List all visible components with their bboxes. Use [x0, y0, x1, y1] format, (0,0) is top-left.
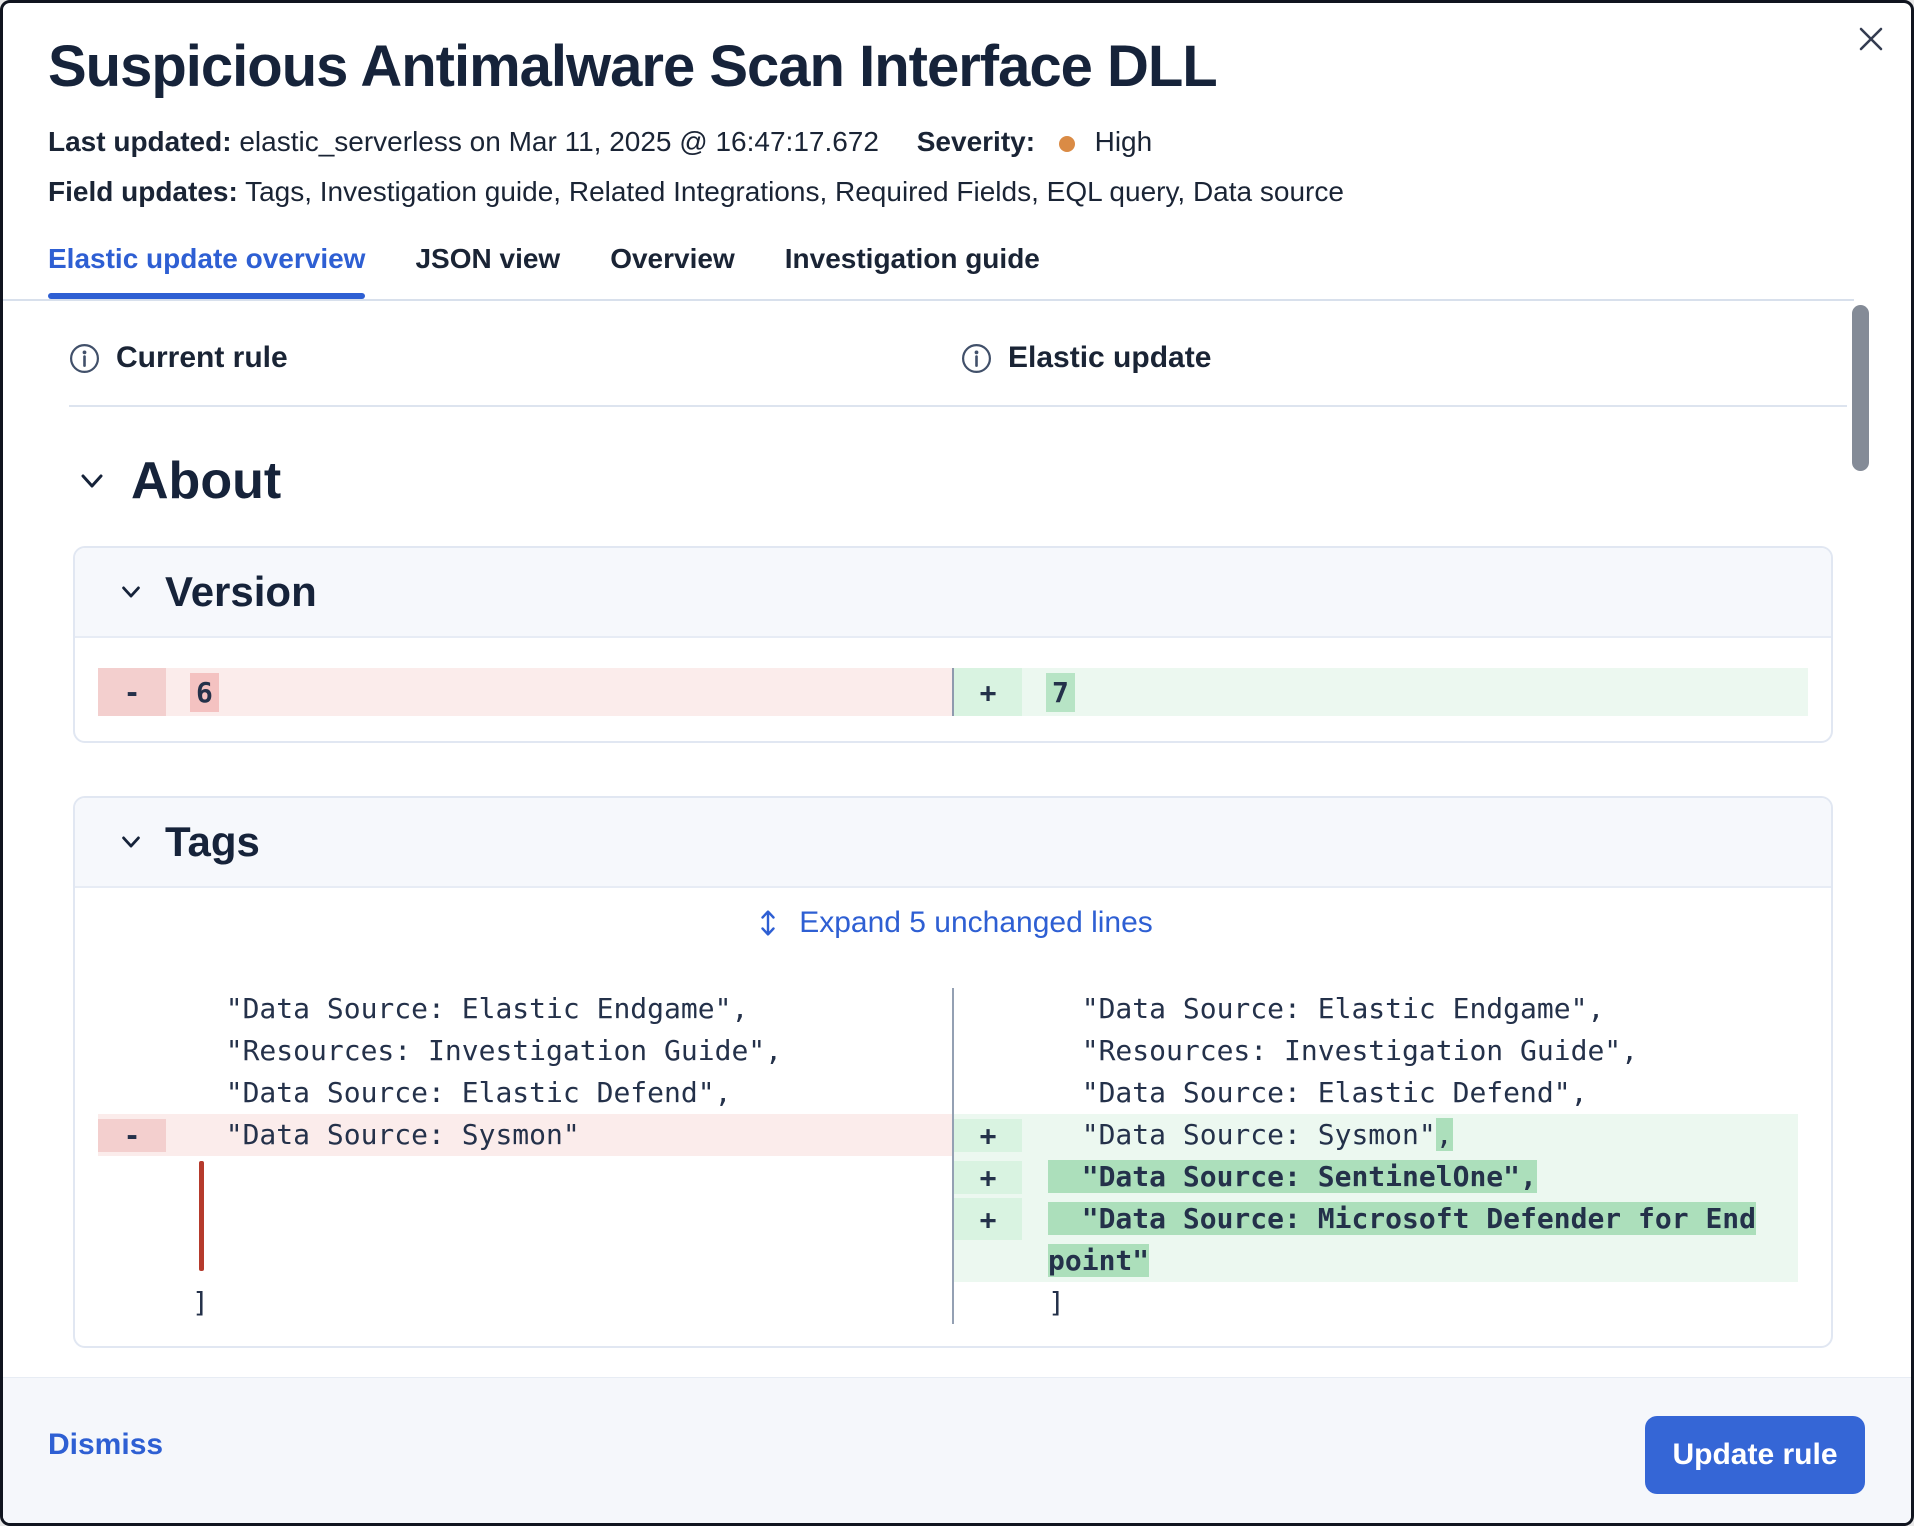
line-text: "Resources: Investigation Guide",: [1022, 1030, 1798, 1072]
removed-marker: -: [98, 1119, 166, 1152]
diff-line: ]: [98, 1282, 952, 1324]
chevron-down-icon: [75, 464, 109, 498]
removed-marker: -: [98, 668, 166, 716]
added-marker: +: [954, 1198, 1022, 1240]
diff-line: "Resources: Investigation Guide",: [954, 1030, 1798, 1072]
diff-line: "Data Source: Elastic Endgame",: [98, 988, 952, 1030]
tab-bar: Elastic update overview JSON view Overvi…: [48, 243, 1040, 299]
diff-line-added: + "Data Source: Sysmon",: [954, 1114, 1798, 1156]
line-text: "Data Source: Elastic Defend",: [1022, 1072, 1798, 1114]
dismiss-button[interactable]: Dismiss: [48, 1428, 163, 1462]
line-text: "Data Source: Sysmon",: [1022, 1114, 1798, 1156]
diff-line-added: + "Data Source: SentinelOne",: [954, 1156, 1798, 1198]
diff-line-removed: - "Data Source: Sysmon": [98, 1114, 952, 1156]
tags-section-title: Tags: [165, 818, 260, 866]
tags-accordion-toggle[interactable]: Tags: [75, 798, 1831, 888]
field-updates-line: Field updates: Tags, Investigation guide…: [48, 175, 1344, 209]
last-updated-label: Last updated:: [48, 126, 232, 157]
version-section-title: Version: [165, 568, 317, 616]
diff-line: "Data Source: Elastic Defend",: [98, 1072, 952, 1114]
elastic-update-header-label: Elastic update: [1008, 341, 1211, 375]
info-icon[interactable]: [69, 343, 100, 374]
tags-diff-code: "Data Source: Elastic Endgame", "Resourc…: [98, 988, 1798, 1324]
current-rule-header-label: Current rule: [116, 341, 288, 375]
line-text: "Data Source: Elastic Defend",: [166, 1072, 952, 1114]
severity-label: Severity:: [917, 126, 1035, 157]
added-marker: +: [954, 1119, 1022, 1152]
diff-line: "Data Source: Elastic Defend",: [954, 1072, 1798, 1114]
added-token-highlight: "Data Source: Microsoft Defender for End…: [1048, 1202, 1756, 1277]
line-text: "Resources: Investigation Guide",: [166, 1030, 952, 1072]
line-text: "Data Source: SentinelOne",: [1022, 1156, 1798, 1198]
chevron-down-icon: [117, 578, 145, 606]
version-accordion-toggle[interactable]: Version: [75, 548, 1831, 638]
added-token-highlight: ,: [1436, 1118, 1453, 1151]
version-panel: Version - 6 + 7: [73, 546, 1833, 743]
last-updated-value: elastic_serverless on Mar 11, 2025 @ 16:…: [239, 126, 879, 157]
tab-json-view[interactable]: JSON view: [415, 243, 560, 299]
version-diff-body: - 6 + 7: [75, 668, 1831, 716]
severity-value: High: [1095, 126, 1153, 157]
version-new-value: 7: [1046, 673, 1075, 712]
added-marker: +: [954, 1161, 1022, 1194]
field-updates-value: Tags, Investigation guide, Related Integ…: [245, 176, 1344, 207]
tags-panel: Tags Expand 5 unchanged lines "Data Sour…: [73, 796, 1833, 1348]
line-text: ]: [1022, 1282, 1798, 1324]
diff-left-column: "Data Source: Elastic Endgame", "Resourc…: [98, 988, 952, 1324]
diff-line-added: + "Data Source: Microsoft Defender for E…: [954, 1198, 1798, 1282]
tabs-bottom-border: [3, 299, 1854, 301]
line-text: ]: [166, 1282, 952, 1324]
line-text: "Data Source: Sysmon": [166, 1114, 952, 1156]
rule-update-flyout: Suspicious Antimalware Scan Interface DL…: [0, 0, 1914, 1526]
diff-line: "Resources: Investigation Guide",: [98, 1030, 952, 1072]
tab-overview[interactable]: Overview: [610, 243, 735, 299]
expand-unchanged-lines-link[interactable]: Expand 5 unchanged lines: [75, 906, 1831, 940]
version-new-value-cell: 7: [1022, 668, 1808, 716]
last-updated-line: Last updated: elastic_serverless on Mar …: [48, 125, 1152, 159]
diff-right-column: "Data Source: Elastic Endgame", "Resourc…: [954, 988, 1798, 1324]
column-headers-divider: [69, 405, 1847, 407]
about-accordion-toggle[interactable]: About: [75, 451, 281, 511]
line-text: "Data Source: Microsoft Defender for End…: [1022, 1198, 1763, 1282]
expand-vertical-icon: [753, 908, 783, 938]
added-marker: +: [954, 668, 1022, 716]
info-icon[interactable]: [961, 343, 992, 374]
diff-line: ]: [954, 1282, 1798, 1324]
removed-gap-block: [98, 1156, 952, 1282]
elastic-update-column-header: Elastic update: [961, 341, 1211, 375]
page-title: Suspicious Antimalware Scan Interface DL…: [48, 33, 1217, 100]
chevron-down-icon: [117, 828, 145, 856]
line-text: "Data Source: Elastic Endgame",: [1022, 988, 1798, 1030]
current-rule-column-header: Current rule: [69, 341, 288, 375]
flyout-footer: Dismiss Update rule: [3, 1377, 1911, 1523]
tab-elastic-update-overview[interactable]: Elastic update overview: [48, 243, 365, 299]
deletion-position-bar: [199, 1161, 204, 1271]
version-old-value-cell: 6: [166, 668, 952, 716]
tab-investigation-guide[interactable]: Investigation guide: [785, 243, 1040, 299]
field-updates-label: Field updates:: [48, 176, 238, 207]
close-button[interactable]: [1849, 17, 1893, 61]
about-section-title: About: [131, 451, 281, 511]
expand-link-label: Expand 5 unchanged lines: [799, 906, 1153, 940]
diff-line: "Data Source: Elastic Endgame",: [954, 988, 1798, 1030]
vertical-scrollbar-thumb[interactable]: [1852, 305, 1869, 471]
severity-high-dot-icon: [1059, 136, 1075, 152]
close-icon: [1856, 24, 1886, 54]
version-diff-row: - 6 + 7: [98, 668, 1808, 716]
line-text: "Data Source: Elastic Endgame",: [166, 988, 952, 1030]
version-old-value: 6: [190, 673, 219, 712]
update-rule-button[interactable]: Update rule: [1645, 1416, 1865, 1494]
added-token-highlight: "Data Source: SentinelOne",: [1048, 1160, 1537, 1193]
